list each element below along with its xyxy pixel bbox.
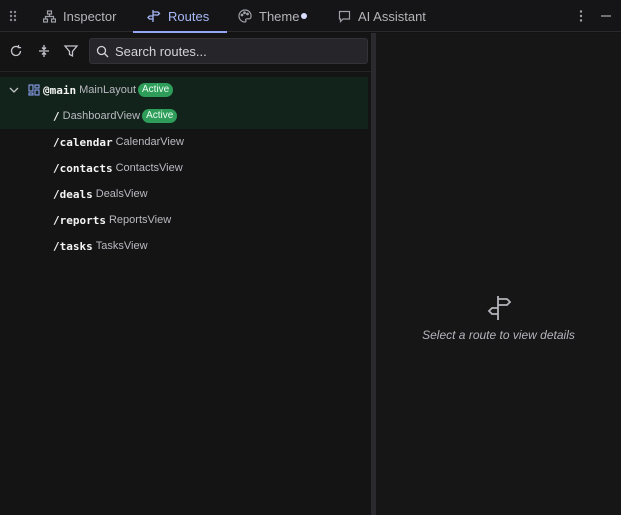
status-badge: Active — [142, 109, 178, 123]
route-path: @main — [43, 83, 77, 97]
search-icon — [96, 45, 109, 57]
signpost-icon — [487, 296, 512, 320]
tab-theme[interactable]: Theme — [238, 0, 308, 32]
empty-state: Select a route to view details — [376, 33, 621, 515]
tab-bar: Inspector Routes Theme AI Assistant — [0, 0, 621, 33]
filter-icon[interactable] — [63, 43, 79, 59]
route-path: /calendar — [53, 135, 113, 149]
route-row-deals[interactable]: /deals DealsView — [0, 181, 368, 207]
hierarchy-icon — [43, 9, 56, 23]
route-component: ReportsView — [108, 214, 172, 226]
signpost-icon — [147, 10, 161, 22]
unsaved-dot — [301, 12, 308, 19]
search-box[interactable] — [89, 38, 368, 64]
drag-handle-icon[interactable] — [8, 8, 18, 24]
tab-label: Inspector — [63, 8, 117, 24]
refresh-icon[interactable] — [8, 43, 24, 59]
tab-inspector[interactable]: Inspector — [43, 0, 116, 32]
empty-state-text: Select a route to view details — [422, 328, 575, 342]
route-row-dashboard[interactable]: / DashboardView Active — [0, 103, 368, 129]
tab-routes[interactable]: Routes — [133, 0, 228, 33]
minimize-icon[interactable] — [598, 8, 614, 24]
route-component: DealsView — [95, 188, 148, 200]
tab-label: Routes — [168, 8, 210, 24]
layout-icon — [28, 84, 40, 96]
route-row-calendar[interactable]: /calendar CalendarView — [0, 129, 368, 155]
route-row-main[interactable]: @main MainLayout Active — [0, 77, 368, 103]
route-path: /tasks — [53, 239, 93, 253]
route-path: /reports — [53, 213, 106, 227]
route-row-reports[interactable]: /reports ReportsView — [0, 207, 368, 233]
route-component: CalendarView — [115, 136, 184, 148]
more-vertical-icon[interactable] — [573, 8, 589, 24]
tab-ai-assistant[interactable]: AI Assistant — [338, 0, 426, 32]
route-details-panel: Select a route to view details — [376, 33, 621, 515]
collapse-all-icon[interactable] — [36, 43, 52, 59]
route-component: TasksView — [95, 240, 148, 252]
tab-label: AI Assistant — [358, 8, 426, 24]
search-input[interactable] — [115, 43, 355, 59]
route-row-contacts[interactable]: /contacts ContactsView — [0, 155, 368, 181]
status-badge: Active — [138, 83, 174, 97]
route-row-tasks[interactable]: /tasks TasksView — [0, 233, 368, 259]
toolbar-separator — [0, 71, 371, 72]
route-path: /contacts — [53, 161, 113, 175]
route-component: DashboardView — [62, 110, 141, 122]
route-component: MainLayout — [79, 84, 136, 96]
chevron-down-icon[interactable] — [8, 84, 20, 96]
tab-label: Theme — [259, 8, 300, 24]
chat-icon — [338, 10, 351, 23]
routes-panel: @main MainLayout Active / DashboardView … — [0, 33, 371, 515]
route-component: ContactsView — [115, 162, 183, 174]
routes-toolbar — [0, 33, 371, 71]
route-path: /deals — [53, 187, 93, 201]
palette-icon — [238, 9, 252, 23]
route-path: / — [53, 109, 60, 123]
